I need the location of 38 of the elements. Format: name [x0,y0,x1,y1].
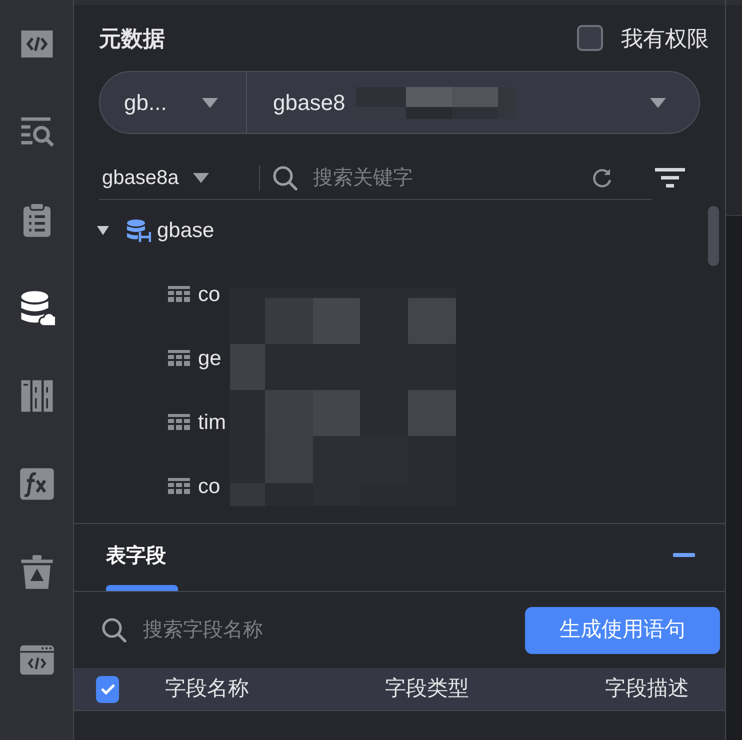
tree-item[interactable]: gbase [157,215,214,247]
columns-icon[interactable] [18,378,54,414]
trash-icon[interactable] [18,554,54,590]
column-header: 字段描述 [605,676,690,702]
checkbox[interactable] [96,676,119,702]
tree-item[interactable]: tim [198,407,226,439]
search-field[interactable]: 搜索关键字 [313,163,583,193]
caret-icon [650,98,666,108]
function-icon[interactable] [18,466,54,502]
expand-caret-icon[interactable] [97,226,109,236]
table-icon [168,478,190,496]
panel-title: 元数据 [99,24,165,52]
search-icon [101,617,127,643]
search-icon [272,165,298,191]
database-icon [127,219,151,243]
scrollbar-thumb[interactable] [708,206,719,266]
connection-value: gbase8 [273,89,346,117]
source-selector[interactable]: gb... gbase8 [99,71,700,134]
caret-icon [192,173,209,183]
tree-item[interactable]: co [198,471,220,503]
column-header: 字段类型 [385,676,470,702]
table-icon [168,350,190,368]
checkbox[interactable] [577,25,603,51]
table-icon [168,414,190,432]
refresh-icon[interactable] [591,167,613,189]
tree-item[interactable]: co [198,279,220,311]
section-tab[interactable]: 表字段 [106,541,166,571]
type-value: gb... [124,89,167,117]
schema-select[interactable]: gbase8a [102,165,260,191]
filter-icon[interactable] [655,167,685,189]
database-cloud-icon[interactable] [18,290,54,326]
tree-item[interactable]: ge [198,343,222,375]
table-icon [168,286,190,304]
search-field[interactable]: 搜索字段名称 [143,615,443,645]
caret-icon [202,98,218,108]
check-icon [100,683,116,695]
checkbox-label: 我有权限 [621,24,709,52]
column-header: 字段名称 [165,676,250,702]
